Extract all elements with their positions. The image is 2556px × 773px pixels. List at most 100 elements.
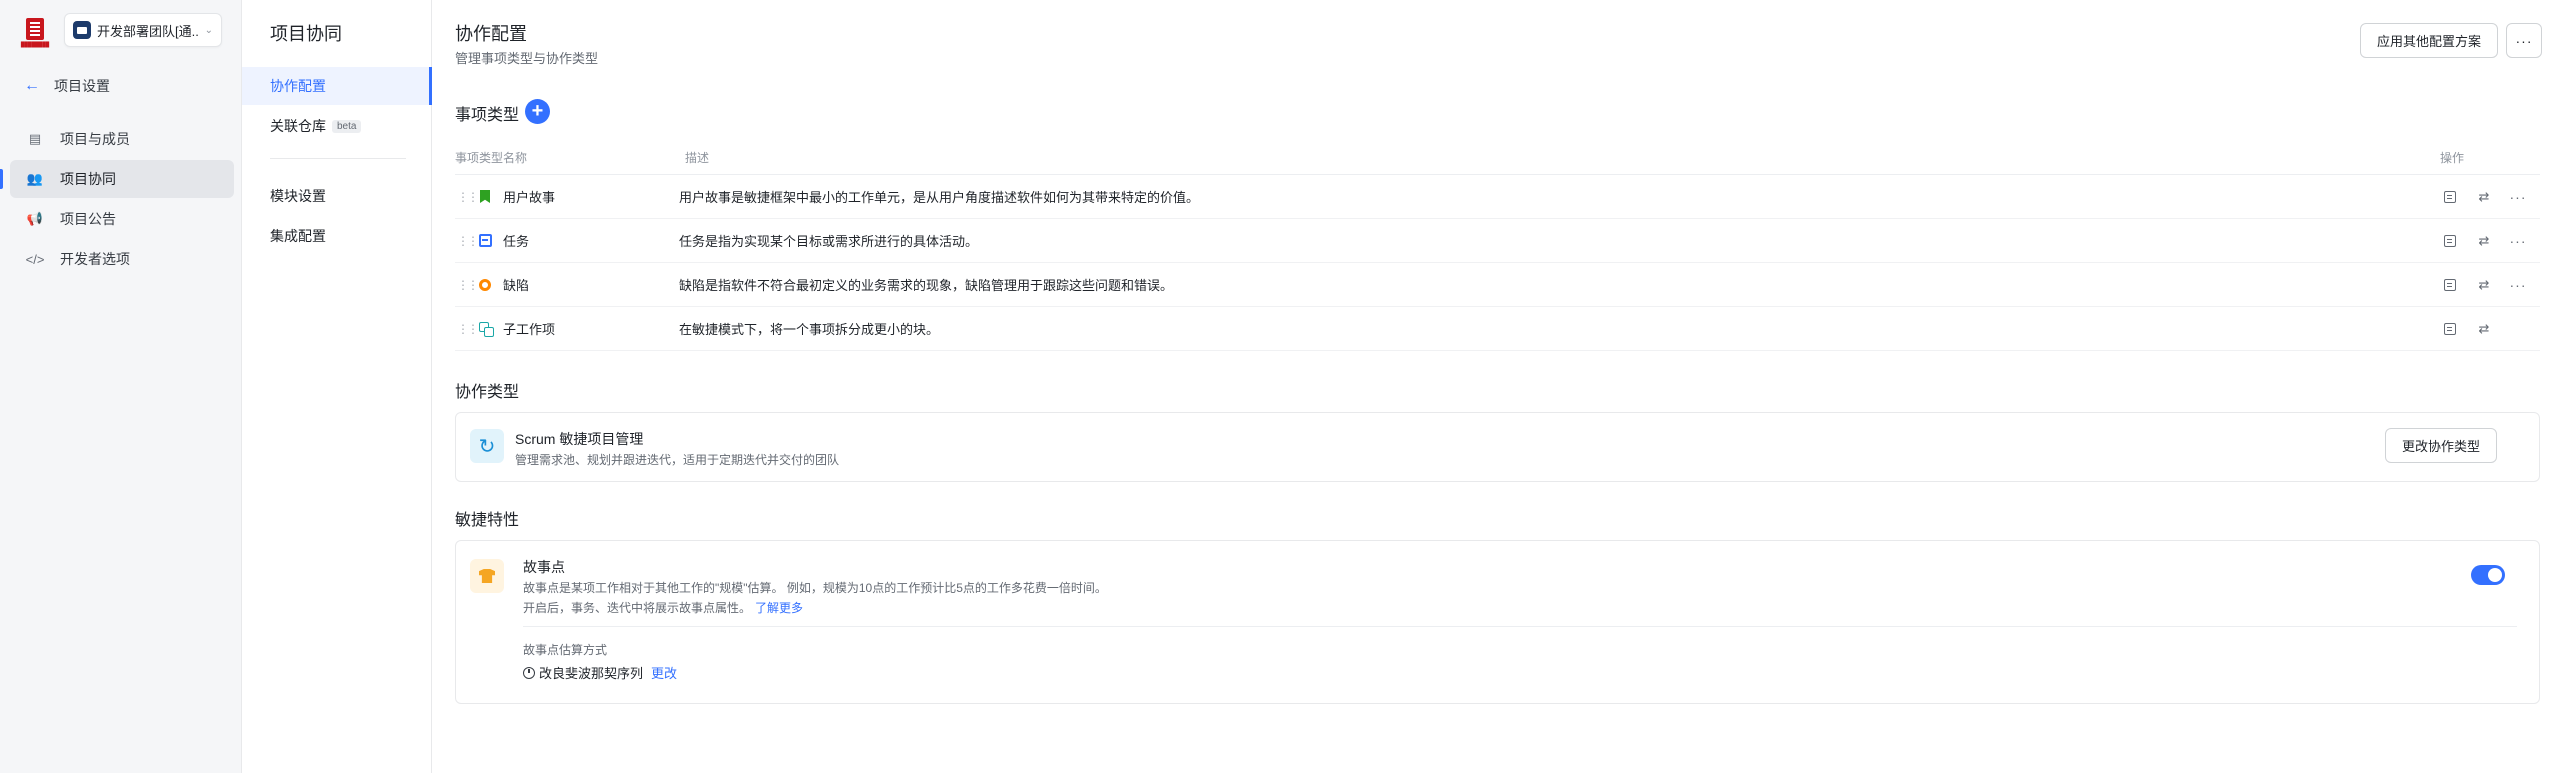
sidebar-item-label: 项目公告 [60, 211, 116, 227]
main-content: 协作配置 管理事项类型与协作类型 应用其他配置方案 ··· 事项类型 + 事项类… [455, 0, 2545, 773]
more-icon[interactable]: ··· [2508, 275, 2528, 295]
issue-types-title: 事项类型 [455, 107, 520, 124]
estimation-method: 改良斐波那契序列 更改 [523, 663, 677, 682]
scrum-title: Scrum 敏捷项目管理 [515, 431, 644, 447]
subnav-item-collab-config[interactable]: 协作配置 [242, 67, 432, 105]
workflow-icon[interactable]: ⇄ [2474, 187, 2494, 207]
story-points-card: 故事点 故事点是某项工作相对于其他工作的"规模"估算。 例如，规模为10点的工作… [455, 540, 2540, 704]
sidebar-nav: ▤ 项目与成员 👥 项目协同 📢 项目公告 </> 开发者选项 [0, 120, 234, 280]
issue-type-name: 缺陷 [503, 278, 530, 293]
arrow-left-icon: ← [24, 77, 40, 94]
edit-fields-icon[interactable] [2440, 231, 2460, 251]
scrum-card: Scrum 敏捷项目管理 管理需求池、规划并跟进迭代，适用于定期迭代并交付的团队… [455, 412, 2540, 482]
back-label: 项目设置 [54, 78, 110, 94]
subnav-item-module-settings[interactable]: 模块设置 [242, 177, 432, 215]
logo-mark [26, 18, 44, 40]
issue-type-description: 在敏捷模式下，将一个事项拆分成更小的块。 [679, 322, 940, 337]
team-icon [73, 21, 91, 39]
table-row[interactable]: ⋮⋮ 用户故事 用户故事是敏捷框架中最小的工作单元，是从用户角度描述软件如何为其… [455, 175, 2540, 219]
task-icon [477, 233, 493, 249]
sidebar-item-collab[interactable]: 👥 项目协同 [0, 160, 234, 198]
members-icon: ▤ [28, 131, 42, 146]
more-icon[interactable]: ··· [2508, 231, 2528, 251]
sidebar-item-label: 项目协同 [60, 171, 116, 187]
issue-type-description: 用户故事是敏捷框架中最小的工作单元，是从用户角度描述软件如何为其带来特定的价值。 [679, 190, 1200, 205]
workflow-icon[interactable]: ⇄ [2474, 319, 2494, 339]
sidebar-item-developer[interactable]: </> 开发者选项 [10, 240, 234, 278]
subtask-icon [477, 321, 494, 337]
page-title: 协作配置 [455, 24, 527, 44]
bug-icon [477, 277, 493, 293]
drag-handle-icon[interactable]: ⋮⋮ [457, 234, 479, 248]
logo-text: ████████ [20, 42, 50, 48]
sidebar-item-members[interactable]: ▤ 项目与成员 [10, 120, 234, 158]
more-icon[interactable]: ··· [2508, 187, 2528, 207]
column-actions: 操作 [2440, 150, 2465, 165]
issue-types-table: 事项类型名称 描述 操作 ⋮⋮ 用户故事 用户故事是敏捷框架中最小的工作单元，是… [455, 140, 2540, 351]
column-name: 事项类型名称 [455, 150, 528, 165]
subnav-item-label: 集成配置 [270, 228, 326, 244]
collab-type-title: 协作类型 [455, 384, 520, 401]
page-subtitle: 管理事项类型与协作类型 [455, 51, 599, 66]
table-row[interactable]: ⋮⋮ 缺陷 缺陷是指软件不符合最初定义的业务需求的现象，缺陷管理用于跟踪这些问题… [455, 263, 2540, 307]
estimation-value: 改良斐波那契序列 [539, 666, 644, 681]
edit-fields-icon[interactable] [2440, 319, 2460, 339]
table-row[interactable]: ⋮⋮ 任务 任务是指为实现某个目标或需求所进行的具体活动。 ⇄ ··· [455, 219, 2540, 263]
table-row[interactable]: ⋮⋮ 子工作项 在敏捷模式下，将一个事项拆分成更小的块。 ⇄ [455, 307, 2540, 351]
row-actions: ⇄ ··· [2440, 187, 2540, 207]
table-header: 事项类型名称 描述 操作 [455, 140, 2540, 175]
add-issue-type-button[interactable]: + [525, 99, 550, 124]
drag-handle-icon[interactable]: ⋮⋮ [457, 278, 479, 292]
agile-features-title: 敏捷特性 [455, 512, 520, 529]
story-points-note-text: 开启后，事务、迭代中将展示故事点属性。 [523, 601, 752, 615]
team-name: 开发部署团队[通... [97, 23, 199, 39]
clock-icon [523, 666, 535, 679]
issue-type-description: 缺陷是指软件不符合最初定义的业务需求的现象，缺陷管理用于跟踪这些问题和错误。 [679, 278, 1174, 293]
tshirt-icon [470, 559, 504, 593]
workflow-icon[interactable]: ⇄ [2474, 275, 2494, 295]
sidebar-item-label: 开发者选项 [60, 251, 130, 267]
scrum-cycle-icon [470, 429, 504, 463]
team-selector[interactable]: 开发部署团队[通... ⌄ [64, 13, 222, 47]
row-actions: ⇄ [2440, 319, 2540, 339]
row-actions: ⇄ ··· [2440, 231, 2540, 251]
workflow-icon[interactable]: ⇄ [2474, 231, 2494, 251]
change-estimation-link[interactable]: 更改 [651, 663, 677, 682]
edit-fields-icon[interactable] [2440, 187, 2460, 207]
story-points-description: 故事点是某项工作相对于其他工作的"规模"估算。 例如，规模为10点的工作预计比5… [523, 581, 1107, 595]
subnav-item-label: 模块设置 [270, 188, 326, 204]
estimation-label: 故事点估算方式 [523, 643, 608, 657]
issue-type-description: 任务是指为实现某个目标或需求所进行的具体活动。 [679, 234, 979, 249]
apply-other-config-button[interactable]: 应用其他配置方案 [2360, 23, 2498, 58]
learn-more-link[interactable]: 了解更多 [755, 601, 803, 615]
subnav-item-label: 关联仓库 [270, 118, 326, 134]
subnav-item-label: 协作配置 [270, 78, 326, 94]
sidebar: ████████ 开发部署团队[通... ⌄ ← 项目设置 ▤ 项目与成员 👥 … [0, 0, 242, 773]
company-logo[interactable]: ████████ [18, 16, 52, 50]
beta-badge: beta [332, 119, 362, 133]
issue-type-name: 用户故事 [503, 190, 556, 205]
issue-type-name: 任务 [503, 234, 530, 249]
collab-icon: 👥 [26, 171, 44, 186]
subnav-item-linked-repo[interactable]: 关联仓库 beta [242, 107, 432, 145]
card-divider [523, 626, 2517, 627]
subnav-item-integration[interactable]: 集成配置 [242, 217, 432, 255]
back-to-project-settings[interactable]: ← 项目设置 [24, 75, 110, 97]
column-description: 描述 [685, 150, 710, 165]
story-icon [477, 189, 493, 205]
change-collab-type-button[interactable]: 更改协作类型 [2385, 428, 2497, 463]
row-actions: ⇄ ··· [2440, 275, 2540, 295]
more-options-button[interactable]: ··· [2506, 23, 2542, 58]
announcement-icon: 📢 [26, 211, 44, 226]
code-icon: </> [25, 251, 45, 267]
drag-handle-icon[interactable]: ⋮⋮ [457, 190, 479, 204]
story-points-toggle[interactable] [2471, 565, 2505, 585]
story-points-note: 开启后，事务、迭代中将展示故事点属性。 了解更多 [523, 599, 803, 616]
story-points-title: 故事点 [523, 559, 565, 575]
sidebar-item-announcement[interactable]: 📢 项目公告 [10, 200, 234, 238]
scrum-description: 管理需求池、规划并跟进迭代，适用于定期迭代并交付的团队 [515, 453, 840, 467]
chevron-down-icon: ⌄ [204, 24, 213, 36]
drag-handle-icon[interactable]: ⋮⋮ [457, 322, 479, 336]
edit-fields-icon[interactable] [2440, 275, 2460, 295]
subnav-title: 项目协同 [270, 24, 342, 44]
